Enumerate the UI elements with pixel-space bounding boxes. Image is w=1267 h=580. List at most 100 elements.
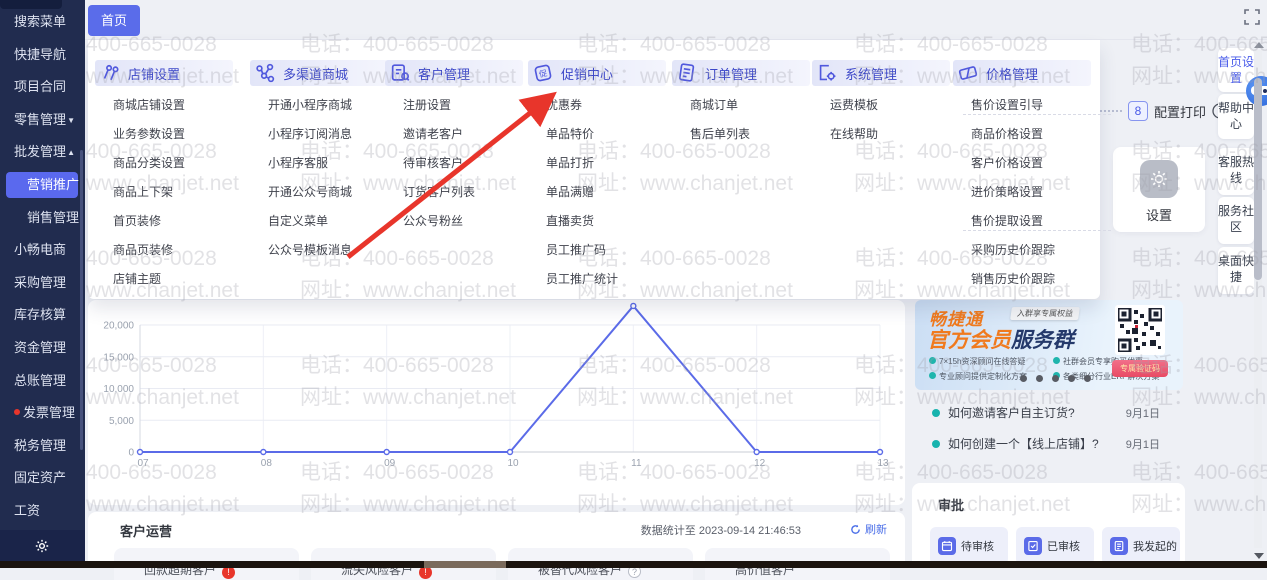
menu-item[interactable]: 小程序客服 (268, 154, 328, 171)
menu-item[interactable]: 售价设置引导 (971, 96, 1043, 113)
top-bar: 首页 (85, 0, 1267, 40)
sidebar-gear-icon[interactable] (34, 538, 50, 554)
menu-item[interactable]: 运费模板 (830, 96, 878, 113)
refresh-button[interactable]: 刷新 (850, 521, 887, 537)
menu-item[interactable]: 商品页装修 (113, 241, 173, 258)
menu-item[interactable]: 邀请老客户 (403, 125, 463, 142)
menu-item[interactable]: 订货客户列表 (403, 183, 475, 200)
sidebar-item-12[interactable]: 总账管理 (0, 370, 85, 392)
menu-item[interactable]: 自定义菜单 (268, 212, 328, 229)
menu-item[interactable]: 店铺主题 (113, 270, 161, 287)
sidebar-item-16[interactable]: 工资 (0, 500, 85, 522)
watermark-phone: 电话：400-665-0028 (1131, 461, 1267, 484)
help-link-1[interactable]: 如何邀请客户自主订货? 9月1日 (917, 404, 1185, 424)
menu-column-header: 价格管理 (953, 60, 1091, 86)
menu-item[interactable]: 员工推广统计 (546, 270, 618, 287)
menu-column-title: 促销中心 (561, 66, 614, 82)
help-link-2[interactable]: 如何创建一个【线上店铺】? 9月1日 (917, 435, 1185, 455)
menu-item[interactable]: 待审核客户 (403, 154, 463, 171)
sidebar-item-2[interactable]: 快捷导航 (0, 44, 85, 66)
menu-item[interactable]: 员工推广码 (546, 241, 606, 258)
sidebar-item-4[interactable]: 零售管理 ▼ (0, 109, 85, 131)
sidebar-scrollbar[interactable] (80, 150, 83, 450)
approval-doc-icon (1110, 537, 1128, 555)
sidebar-item-14[interactable]: 税务管理 (0, 435, 85, 457)
menu-item[interactable]: 商品上下架 (113, 183, 173, 200)
menu-item[interactable]: 商品分类设置 (113, 154, 185, 171)
qr-code-button[interactable]: 专属验证码 (1112, 360, 1168, 377)
print-setup-label: 配置打印 (1154, 104, 1207, 120)
menu-item[interactable]: 直播卖货 (546, 212, 594, 229)
sidebar-item-6[interactable]: 营销推广 (0, 172, 85, 198)
sidebar-item-5[interactable]: 批发管理 ▲ (0, 141, 85, 163)
settings-shortcut-card[interactable]: 设置 (1113, 147, 1205, 232)
expand-arrow-icon: ▼ (67, 115, 75, 125)
svg-text:20,000: 20,000 (103, 321, 134, 332)
approval-doc-icon (1024, 537, 1042, 555)
multichannel-icon (254, 62, 276, 84)
menu-item[interactable]: 采购历史价跟踪 (971, 241, 1055, 258)
menu-item[interactable]: 商城店铺设置 (113, 96, 185, 113)
menu-item[interactable]: 单品特价 (546, 125, 594, 142)
menu-item[interactable]: 售后单列表 (690, 125, 750, 142)
carousel-dot[interactable] (1052, 375, 1059, 382)
menu-item[interactable]: 优惠券 (546, 96, 582, 113)
menu-divider (963, 230, 1111, 231)
refresh-icon (851, 524, 860, 534)
menu-column-header: 订单管理 (672, 60, 810, 86)
sidebar-item-3[interactable]: 项目合同 (0, 76, 85, 98)
approval-button-1[interactable]: 待审核 (930, 527, 1008, 565)
menu-item[interactable]: 公众号模板消息 (268, 241, 352, 258)
toolbar-item-2[interactable]: 帮助中心 (1218, 94, 1254, 139)
customer-icon (389, 62, 411, 84)
toolbar-item-3[interactable]: 客服热线 (1218, 148, 1254, 195)
fullscreen-icon[interactable] (1244, 9, 1260, 25)
menu-column-5: 订单管理商城订单售后单列表 (672, 40, 812, 299)
menu-item[interactable]: 在线帮助 (830, 125, 878, 142)
menu-item[interactable]: 进价策略设置 (971, 183, 1043, 200)
menu-item[interactable]: 单品打折 (546, 154, 594, 171)
menu-item[interactable]: 公众号粉丝 (403, 212, 463, 229)
sidebar-item-8[interactable]: 小畅电商 (0, 239, 85, 261)
page-scrollbar-thumb[interactable] (1254, 78, 1262, 280)
settings-label: 设置 (1145, 208, 1172, 223)
approval-button-3[interactable]: 我发起的 (1102, 527, 1180, 565)
bottom-taskbar-segment (424, 561, 506, 568)
menu-item[interactable]: 客户价格设置 (971, 154, 1043, 171)
menu-item[interactable]: 开通小程序商城 (268, 96, 352, 113)
toolbar-item-5[interactable]: 桌面快捷 (1218, 247, 1254, 294)
qr-code (1115, 305, 1165, 355)
menu-item[interactable]: 售价提取设置 (971, 212, 1043, 229)
menu-item[interactable]: 商城订单 (690, 96, 738, 113)
sidebar-item-11[interactable]: 资金管理 (0, 337, 85, 359)
menu-item[interactable]: 开通公众号商城 (268, 183, 352, 200)
member-group-banner[interactable]: 畅捷通 入群享专属权益 官方会员服务群 7×15h资深顾问在线答疑 社群会员专享购… (915, 300, 1183, 390)
menu-item[interactable]: 注册设置 (403, 96, 451, 113)
carousel-dot[interactable] (1068, 375, 1075, 382)
sidebar-item-10[interactable]: 库存核算 (0, 304, 85, 326)
toolbar-item-4[interactable]: 服务社区 (1218, 197, 1254, 244)
carousel-dot[interactable] (1084, 375, 1091, 382)
scroll-down-icon[interactable] (1254, 553, 1264, 559)
sidebar-item-15[interactable]: 固定资产 (0, 467, 85, 489)
sidebar-item-1[interactable]: 搜索菜单 (0, 11, 85, 33)
sidebar-item-9[interactable]: 采购管理 (0, 272, 85, 294)
menu-item[interactable]: 商品价格设置 (971, 125, 1043, 142)
approval-button-2[interactable]: 已审核 (1016, 527, 1094, 565)
menu-column-header: 促 促销中心 (528, 60, 666, 86)
menu-item[interactable]: 首页装修 (113, 212, 161, 229)
scroll-up-icon[interactable] (1254, 42, 1264, 48)
step-number-badge: 8 (1128, 101, 1148, 121)
menu-column-title: 多渠道商城 (283, 66, 349, 82)
menu-column-3: 客户管理 注册设置 邀请老客户 待审核客户 订货客户列表 公众号粉丝 (385, 40, 525, 299)
menu-item[interactable]: 销售历史价跟踪 (971, 270, 1055, 287)
tab-home[interactable]: 首页 (88, 5, 140, 36)
sidebar-item-7[interactable]: 销售管理 (0, 207, 85, 229)
carousel-dot[interactable] (1020, 375, 1027, 382)
carousel-dot[interactable] (1036, 375, 1043, 382)
menu-item[interactable]: 单品满赠 (546, 183, 594, 200)
menu-item[interactable]: 小程序订阅消息 (268, 125, 352, 142)
menu-item[interactable]: 业务参数设置 (113, 125, 185, 142)
sidebar-item-13[interactable]: 发票管理 (0, 402, 85, 424)
svg-text:15,000: 15,000 (103, 352, 134, 363)
